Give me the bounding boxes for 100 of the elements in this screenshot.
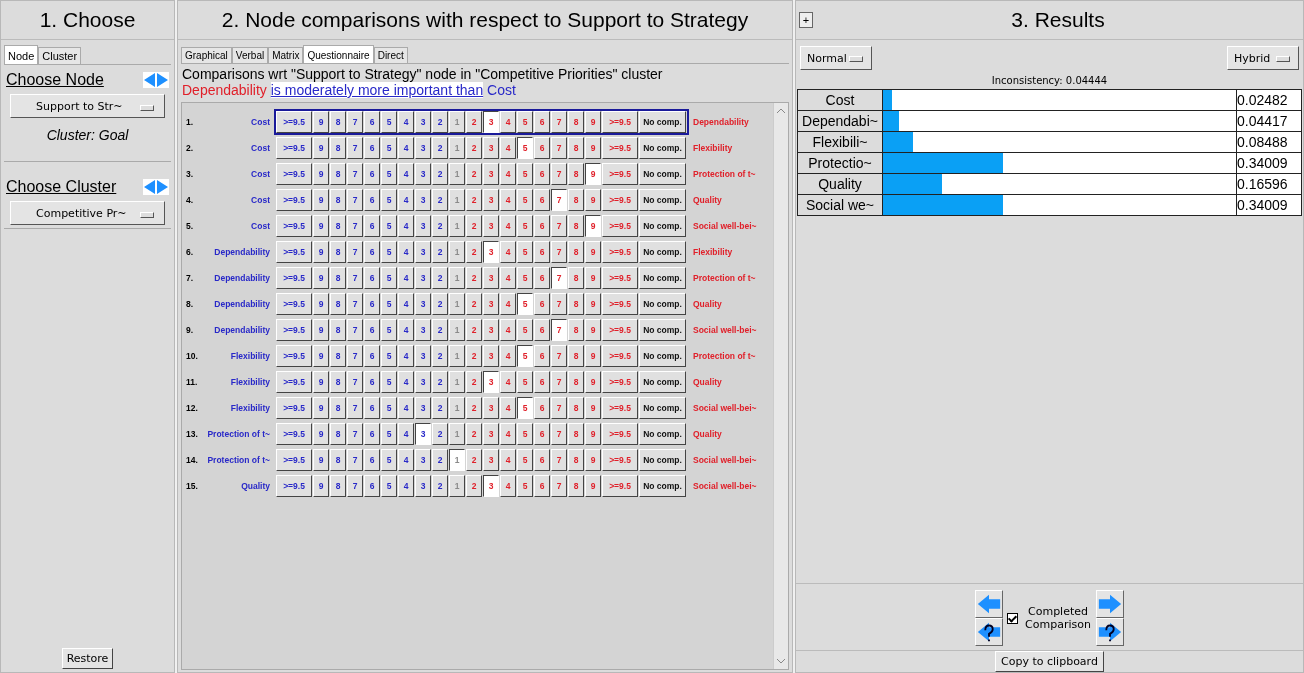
scale-button[interactable]: 2	[432, 371, 448, 393]
scale-button[interactable]: 6	[364, 137, 380, 159]
scale-button[interactable]: 2	[432, 449, 448, 471]
scale-button[interactable]: >=9.5	[602, 371, 638, 393]
scale-button[interactable]: 8	[568, 423, 584, 445]
scale-button[interactable]: 4	[398, 449, 414, 471]
scale-button[interactable]: 1	[449, 449, 465, 471]
scale-button[interactable]: 2	[466, 163, 482, 185]
scale-button[interactable]: 4	[398, 137, 414, 159]
scale-button[interactable]: 3	[483, 397, 499, 419]
scale-button[interactable]: 4	[398, 293, 414, 315]
scale-button[interactable]: 5	[381, 241, 397, 263]
scrollbar[interactable]	[773, 103, 788, 669]
scale-button[interactable]: 7	[347, 449, 363, 471]
scale-button[interactable]: 4	[500, 241, 516, 263]
scale-button[interactable]: 2	[432, 111, 448, 133]
scale-button[interactable]: 2	[466, 449, 482, 471]
scale-button[interactable]: 8	[568, 371, 584, 393]
scale-button[interactable]: 8	[330, 319, 346, 341]
scale-button[interactable]: 4	[398, 111, 414, 133]
scale-button[interactable]: 2	[466, 345, 482, 367]
scale-button[interactable]: 2	[432, 163, 448, 185]
scale-button[interactable]: 4	[398, 267, 414, 289]
scale-button[interactable]: No comp.	[639, 215, 686, 237]
scale-button[interactable]: 5	[517, 345, 533, 367]
scale-button[interactable]: 5	[381, 215, 397, 237]
scale-button[interactable]: 4	[500, 163, 516, 185]
scale-button[interactable]: 4	[500, 189, 516, 211]
scale-button[interactable]: 8	[568, 241, 584, 263]
scale-button[interactable]: 7	[551, 319, 567, 341]
scale-button[interactable]: 5	[517, 423, 533, 445]
scale-button[interactable]: 5	[381, 293, 397, 315]
scale-button[interactable]: 7	[551, 449, 567, 471]
next-button[interactable]	[1096, 590, 1124, 618]
tab[interactable]: Graphical	[181, 47, 232, 63]
scale-button[interactable]: 5	[517, 371, 533, 393]
scale-button[interactable]: 7	[347, 293, 363, 315]
scale-button[interactable]: >=9.5	[276, 397, 312, 419]
scale-button[interactable]: 6	[534, 319, 550, 341]
scale-button[interactable]: >=9.5	[276, 267, 312, 289]
scale-button[interactable]: 7	[551, 189, 567, 211]
scale-button[interactable]: No comp.	[639, 371, 686, 393]
scale-button[interactable]: No comp.	[639, 475, 686, 497]
scale-button[interactable]: 7	[551, 371, 567, 393]
scale-button[interactable]: 7	[347, 163, 363, 185]
scale-button[interactable]: 6	[364, 111, 380, 133]
scale-button[interactable]: 5	[517, 241, 533, 263]
scale-button[interactable]: 9	[313, 345, 329, 367]
scale-button[interactable]: 8	[330, 267, 346, 289]
scale-button[interactable]: 9	[313, 215, 329, 237]
scale-button[interactable]: 3	[483, 319, 499, 341]
scale-button[interactable]: 9	[585, 163, 601, 185]
scale-button[interactable]: 4	[398, 215, 414, 237]
scale-button[interactable]: 5	[381, 163, 397, 185]
scale-button[interactable]: >=9.5	[276, 423, 312, 445]
scale-button[interactable]: No comp.	[639, 189, 686, 211]
scale-button[interactable]: No comp.	[639, 241, 686, 263]
scale-button[interactable]: 9	[313, 163, 329, 185]
scale-button[interactable]: 8	[330, 111, 346, 133]
scale-button[interactable]: 6	[364, 475, 380, 497]
scale-button[interactable]: 6	[364, 163, 380, 185]
scale-button[interactable]: 5	[517, 215, 533, 237]
scale-button[interactable]: 9	[585, 345, 601, 367]
scale-button[interactable]: 7	[347, 475, 363, 497]
scale-button[interactable]: 3	[483, 137, 499, 159]
scale-button[interactable]: 7	[551, 137, 567, 159]
scale-button[interactable]: 7	[347, 397, 363, 419]
scale-button[interactable]: 7	[551, 111, 567, 133]
scale-button[interactable]: 2	[466, 215, 482, 237]
scale-button[interactable]: 8	[568, 319, 584, 341]
cluster-dropdown[interactable]: Competitive Pr~	[10, 201, 165, 225]
scale-button[interactable]: 4	[398, 319, 414, 341]
scale-button[interactable]: 8	[330, 241, 346, 263]
scroll-up-icon[interactable]	[776, 107, 786, 115]
scale-button[interactable]: 6	[534, 111, 550, 133]
scale-button[interactable]: >=9.5	[602, 423, 638, 445]
scale-button[interactable]: 3	[483, 423, 499, 445]
scale-button[interactable]: 4	[500, 475, 516, 497]
scale-button[interactable]: 3	[415, 449, 431, 471]
scale-button[interactable]: 5	[381, 423, 397, 445]
scale-button[interactable]: 6	[534, 475, 550, 497]
scale-button[interactable]: 5	[381, 345, 397, 367]
next-incomplete-button[interactable]	[1096, 618, 1124, 646]
scale-button[interactable]: 2	[466, 397, 482, 419]
scale-button[interactable]: 3	[415, 371, 431, 393]
scale-button[interactable]: 3	[415, 345, 431, 367]
scale-button[interactable]: 2	[466, 371, 482, 393]
judgment-scale[interactable]: >=9.5 9 8 7 6 5 4 3 2 1 2 3 4 5 6 7 8 9 >=9.5 No comp.	[274, 135, 689, 161]
scale-button[interactable]: 9	[585, 189, 601, 211]
scale-button[interactable]: 2	[432, 293, 448, 315]
scale-button[interactable]: 7	[347, 345, 363, 367]
scale-button[interactable]: 3	[415, 215, 431, 237]
scale-button[interactable]: 5	[381, 137, 397, 159]
scale-button[interactable]: 7	[551, 423, 567, 445]
scale-button[interactable]: 3	[415, 111, 431, 133]
scale-button[interactable]: 9	[313, 397, 329, 419]
scale-button[interactable]: 2	[432, 137, 448, 159]
scale-button[interactable]: 3	[415, 475, 431, 497]
scale-button[interactable]: 8	[568, 293, 584, 315]
scale-button[interactable]: 8	[568, 397, 584, 419]
